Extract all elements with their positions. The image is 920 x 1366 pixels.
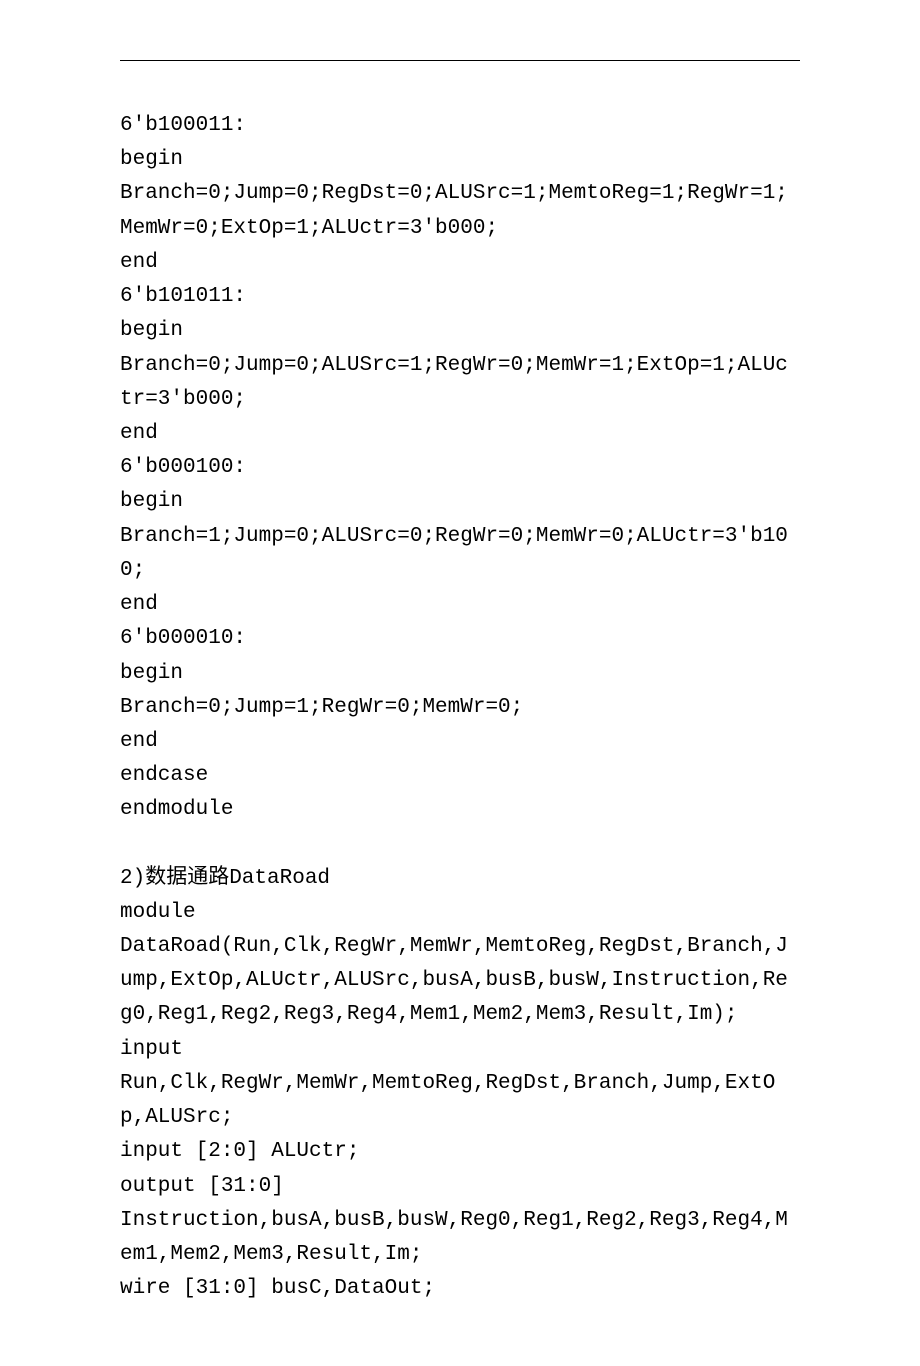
code-line: Branch=0;Jump=0;ALUSrc=1;RegWr=0;MemWr=1… bbox=[120, 349, 800, 417]
code-line: DataRoad(Run,Clk,RegWr,MemWr,MemtoReg,Re… bbox=[120, 930, 800, 1033]
code-line: input [2:0] ALUctr; bbox=[120, 1135, 800, 1169]
code-line: 6'b000010: bbox=[120, 622, 800, 656]
code-line: 6'b100011: bbox=[120, 109, 800, 143]
code-line: 2)数据通路DataRoad bbox=[120, 862, 800, 896]
code-line: wire [31:0] busC,DataOut; bbox=[120, 1272, 800, 1306]
code-line: begin bbox=[120, 314, 800, 348]
code-line: Branch=1;Jump=0;ALUSrc=0;RegWr=0;MemWr=0… bbox=[120, 520, 800, 588]
blank-line bbox=[120, 828, 800, 862]
code-line: 6'b000100: bbox=[120, 451, 800, 485]
code-line: end bbox=[120, 246, 800, 280]
code-line: end bbox=[120, 417, 800, 451]
code-line: endmodule bbox=[120, 793, 800, 827]
code-line: begin bbox=[120, 143, 800, 177]
code-line: output [31:0] bbox=[120, 1170, 800, 1204]
code-line: end bbox=[120, 588, 800, 622]
code-line: end bbox=[120, 725, 800, 759]
code-line: endcase bbox=[120, 759, 800, 793]
code-line: 6'b101011: bbox=[120, 280, 800, 314]
header-rule bbox=[120, 60, 800, 61]
code-line: begin bbox=[120, 485, 800, 519]
code-line: Branch=0;Jump=0;RegDst=0;ALUSrc=1;MemtoR… bbox=[120, 177, 800, 245]
document-page: 6'b100011:beginBranch=0;Jump=0;RegDst=0;… bbox=[0, 0, 920, 1366]
code-block: 6'b100011:beginBranch=0;Jump=0;RegDst=0;… bbox=[120, 109, 800, 1306]
code-line: Branch=0;Jump=1;RegWr=0;MemWr=0; bbox=[120, 691, 800, 725]
code-line: Instruction,busA,busB,busW,Reg0,Reg1,Reg… bbox=[120, 1204, 800, 1272]
code-line: module bbox=[120, 896, 800, 930]
code-line: Run,Clk,RegWr,MemWr,MemtoReg,RegDst,Bran… bbox=[120, 1067, 800, 1135]
code-line: begin bbox=[120, 657, 800, 691]
code-line: input bbox=[120, 1033, 800, 1067]
